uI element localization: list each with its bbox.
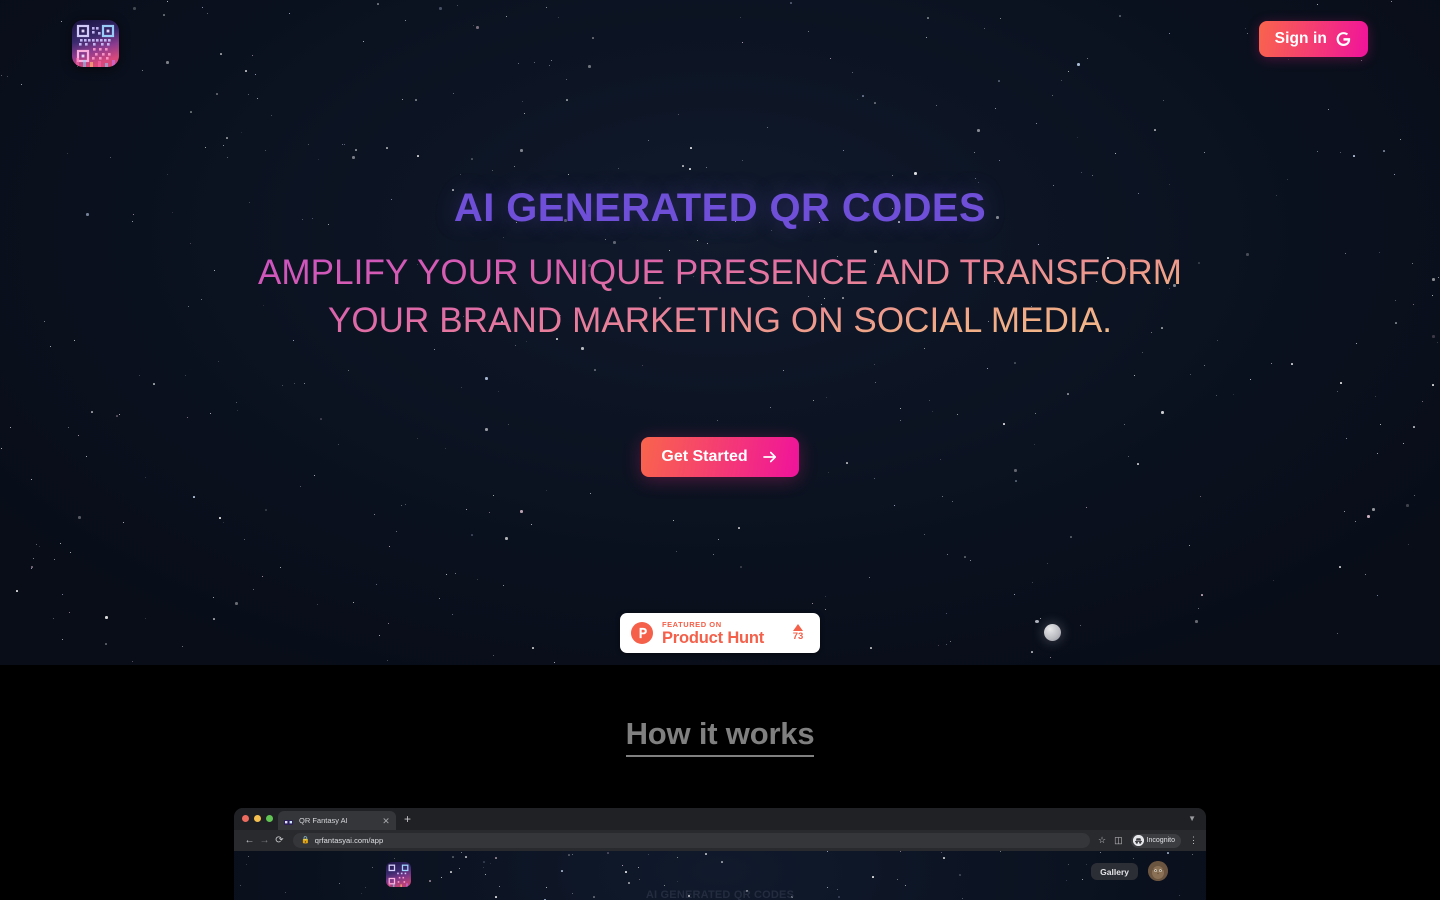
qr-code-favicon-icon <box>284 820 293 825</box>
browser-content-headline: AI GENERATED QR CODES <box>645 889 795 900</box>
split-view-icon[interactable]: ◫ <box>1114 836 1123 845</box>
get-started-label: Get Started <box>661 448 748 465</box>
arrow-left-icon[interactable]: ← <box>242 835 257 846</box>
incognito-avatar-icon <box>1132 835 1144 846</box>
product-hunt-name: Product Hunt <box>662 628 765 647</box>
product-hunt-featured-label: FEATURED ON <box>662 619 722 629</box>
url-text: qrfantasyai.com/app <box>314 836 384 845</box>
moon-graphic <box>1044 624 1061 641</box>
product-hunt-upvote-count: 73 <box>792 631 804 642</box>
page-root: Sign in AI GENERATED QR CODES AMPLIFY YO… <box>0 0 1440 900</box>
lock-icon: 🔒 <box>301 836 310 844</box>
arrow-right-icon <box>762 451 776 463</box>
browser-tabstrip: QR Fantasy AI ✕ + ▼ <box>234 808 1206 830</box>
top-navigation-bar: Sign in <box>0 0 1440 88</box>
page-title: AI GENERATED QR CODES <box>453 186 987 230</box>
close-icon[interactable]: ✕ <box>382 816 390 825</box>
browser-viewport: Gallery AI GENERATED QR CODES <box>234 851 1206 900</box>
cta-container: Get Started <box>0 437 1440 477</box>
window-traffic-lights <box>242 815 273 822</box>
product-hunt-upvotes[interactable]: 73 <box>787 624 809 642</box>
qr-code-favicon <box>284 816 293 825</box>
reload-icon[interactable]: ⟳ <box>272 835 287 846</box>
star-icon[interactable]: ☆ <box>1098 836 1106 845</box>
browser-toolbar: ← → ⟳ 🔒 qrfantasyai.com/app ☆ ◫ Incognit… <box>234 830 1206 851</box>
product-hunt-badge[interactable]: FEATURED ON Product Hunt 73 <box>620 613 820 653</box>
gallery-button[interactable]: Gallery <box>1091 863 1138 880</box>
how-it-works-label: How it works <box>625 716 815 757</box>
product-hunt-p-icon <box>631 622 653 644</box>
hero-subtitle: AMPLIFY YOUR UNIQUE PRESENCE AND TRANSFO… <box>220 249 1220 345</box>
moon-speck <box>1035 620 1039 623</box>
address-bar[interactable]: 🔒 qrfantasyai.com/app <box>293 833 1090 848</box>
incognito-hat-icon <box>1132 835 1144 846</box>
browser-toolbar-actions: ☆ ◫ Incognito ⋮ <box>1098 833 1198 848</box>
chevron-down-icon[interactable]: ▼ <box>1188 815 1196 823</box>
sign-in-label: Sign in <box>1274 30 1327 47</box>
browser-tab-title: QR Fantasy AI <box>299 816 348 825</box>
incognito-indicator[interactable]: Incognito <box>1130 833 1181 848</box>
product-hunt-text: FEATURED ON Product Hunt <box>662 620 787 647</box>
incognito-label: Incognito <box>1146 837 1175 844</box>
qr-fantasy-ai-logo[interactable] <box>72 20 119 67</box>
maximize-window-icon[interactable] <box>266 815 273 822</box>
browser-tab[interactable]: QR Fantasy AI ✕ <box>278 811 396 830</box>
kebab-menu-icon[interactable]: ⋮ <box>1189 836 1198 845</box>
get-started-button[interactable]: Get Started <box>641 437 799 477</box>
google-g-icon <box>1336 31 1351 46</box>
close-window-icon[interactable] <box>242 815 249 822</box>
arrow-right-icon[interactable]: → <box>257 835 272 846</box>
triangle-up-icon <box>793 624 803 631</box>
minimize-window-icon[interactable] <box>254 815 261 822</box>
sign-in-button[interactable]: Sign in <box>1258 21 1368 57</box>
plus-icon[interactable]: + <box>404 813 411 825</box>
user-avatar-image <box>1148 861 1168 881</box>
browser-mockup: QR Fantasy AI ✕ + ▼ ← → ⟳ 🔒 qrfantasyai.… <box>234 808 1206 900</box>
qr-code-logo-icon-mini <box>386 862 411 887</box>
user-avatar[interactable] <box>1148 861 1168 881</box>
qr-fantasy-ai-logo-mini[interactable] <box>386 862 411 887</box>
qr-code-logo-icon <box>72 20 119 67</box>
how-it-works-title: How it works <box>0 716 1440 757</box>
